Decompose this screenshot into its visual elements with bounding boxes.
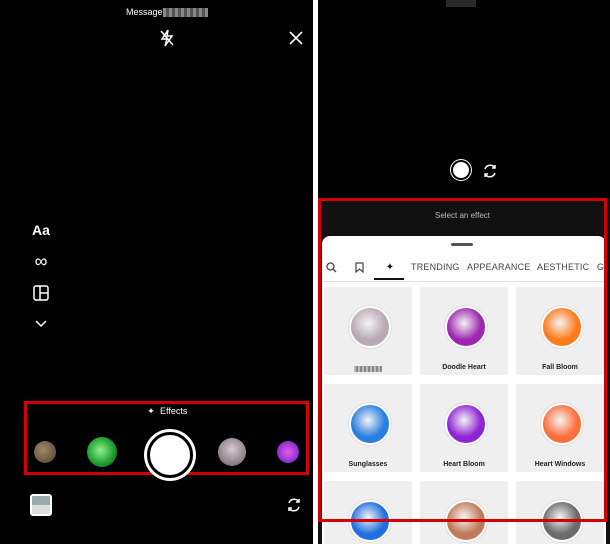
effects-label: Effects	[160, 406, 188, 416]
redacted-name	[163, 8, 208, 17]
capture-button-small[interactable]	[453, 162, 469, 178]
left-camera-screen: Message Aa ∞ ✦ Effects	[0, 0, 313, 544]
flip-camera-icon-right[interactable]	[480, 161, 500, 181]
layout-icon[interactable]	[31, 283, 51, 303]
effects-panel-highlight	[318, 198, 607, 522]
flash-off-icon[interactable]	[157, 28, 177, 48]
text-tool-button[interactable]: Aa	[32, 222, 50, 238]
effect-thumb-1[interactable]	[34, 441, 56, 463]
gallery-thumbnail[interactable]	[30, 494, 52, 516]
right-effects-screen: Select an effect ✦ TRENDING APPEARANCE A…	[318, 0, 610, 544]
boomerang-icon[interactable]: ∞	[31, 251, 51, 271]
chevron-down-icon[interactable]	[31, 315, 51, 333]
effect-thumb-5[interactable]	[277, 441, 299, 463]
effect-thumb-4[interactable]	[218, 438, 246, 466]
sparkle-icon: ✦	[147, 405, 155, 416]
flip-camera-icon[interactable]	[284, 495, 304, 515]
close-icon[interactable]	[286, 28, 306, 48]
header-title: Message	[126, 7, 163, 17]
status-indicator	[446, 0, 476, 7]
effect-thumb-2[interactable]	[87, 437, 117, 467]
capture-button[interactable]	[147, 432, 193, 478]
